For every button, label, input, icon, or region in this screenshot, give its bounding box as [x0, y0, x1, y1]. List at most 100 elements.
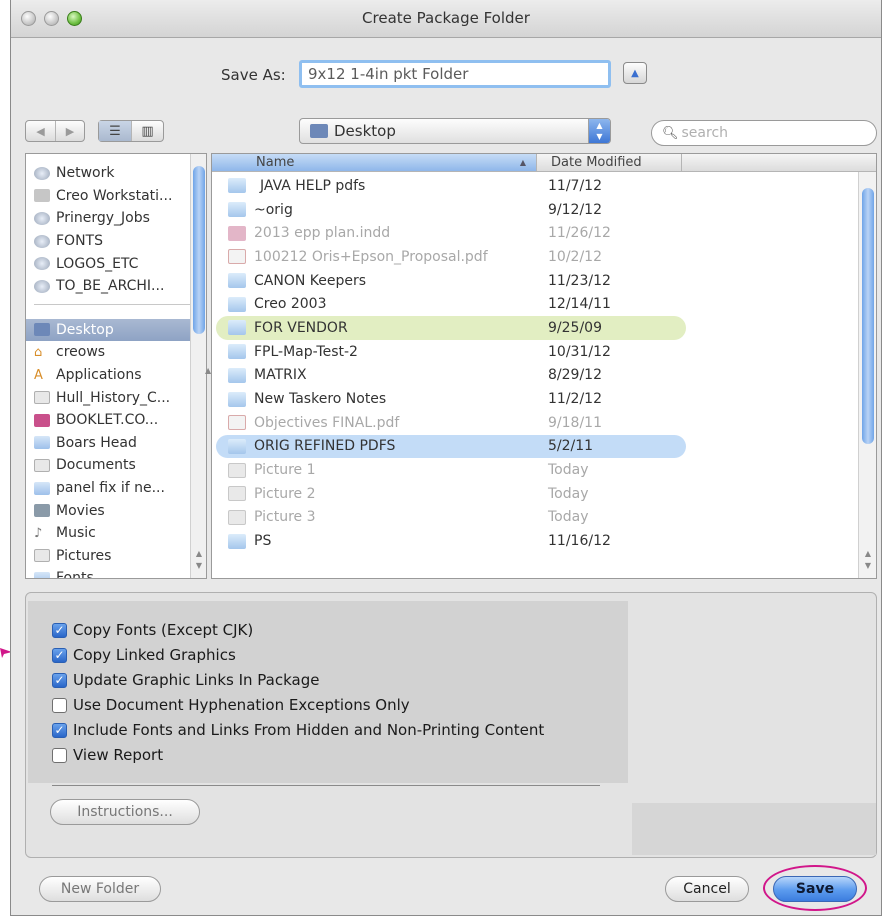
sidebar-item-booklet[interactable]: BOOKLET.CO...	[26, 409, 206, 432]
sidebar-item-movies[interactable]: Movies	[26, 499, 206, 522]
back-arrow-icon[interactable]: ◀	[26, 121, 55, 141]
network-share-icon	[34, 279, 50, 293]
folder-icon	[228, 438, 246, 454]
checkbox-unchecked-icon[interactable]	[52, 747, 67, 763]
sidebar-places: Desktop ⌂ creows A Applications Hull_Histo…	[26, 311, 206, 578]
scroll-arrows-icon[interactable]: ▲ ▼	[862, 548, 874, 572]
option-update-graphic-links[interactable]: ✓ Update Graphic Links In Package	[52, 671, 319, 689]
file-row[interactable]: MATRIX 8/29/12	[216, 364, 686, 388]
checkbox-checked-icon[interactable]: ✓	[52, 722, 67, 738]
folder-icon	[228, 367, 246, 383]
scroll-arrows-icon[interactable]: ▲ ▼	[193, 548, 205, 572]
location-popup[interactable]: Desktop ▲ ▼	[299, 118, 611, 144]
file-row[interactable]: FPL-Map-Test-2 10/31/12	[216, 340, 686, 364]
list-view-icon[interactable]: ☰	[99, 121, 131, 141]
sidebar: Network Creo Workstati... Prinergy_Jobs …	[25, 153, 207, 579]
sidebar-item-logos-etc[interactable]: LOGOS_ETC	[26, 252, 206, 275]
folder-icon	[228, 391, 246, 407]
sidebar-item-creo-workstation[interactable]: Creo Workstati...	[26, 185, 206, 208]
sidebar-item-boars-head[interactable]: Boars Head	[26, 432, 206, 455]
network-icon	[34, 166, 50, 180]
name-column-header[interactable]: Name ▲	[212, 154, 536, 171]
option-view-report[interactable]: View Report	[52, 746, 163, 764]
package-options-panel: ✓ Copy Fonts (Except CJK) ✓ Copy Linked Gr…	[28, 601, 628, 786]
desktop-icon	[310, 124, 328, 138]
sidebar-item-fonts[interactable]: Fonts	[26, 567, 206, 578]
file-row[interactable]: JAVA HELP pdfs 11/7/12	[216, 174, 686, 198]
file-row[interactable]: ~orig 9/12/12	[216, 198, 686, 222]
indesign-file-icon	[228, 225, 246, 241]
file-row[interactable]: CANON Keepers 11/23/12	[216, 269, 686, 293]
pdf-file-icon	[228, 249, 246, 265]
file-row: 2013 epp plan.indd 11/26/12	[216, 221, 686, 245]
options-divider	[52, 785, 600, 786]
magnifier-icon: 🔍︎	[662, 125, 679, 141]
sidebar-item-desktop[interactable]: Desktop	[26, 318, 206, 342]
applications-icon: A	[34, 367, 43, 383]
search-field[interactable]: 🔍︎ search	[651, 120, 877, 146]
file-row: Picture 3 Today	[216, 506, 686, 530]
sidebar-scroll-thumb[interactable]	[193, 166, 205, 334]
movies-icon	[34, 504, 50, 518]
folder-icon	[228, 273, 246, 289]
option-hyphenation-exceptions[interactable]: Use Document Hyphenation Exceptions Only	[52, 696, 410, 714]
folder-icon	[228, 320, 246, 336]
annotation-highlight-ring	[763, 865, 867, 911]
indesign-file-icon	[34, 413, 50, 427]
package-options-area: ✓ Copy Fonts (Except CJK) ✓ Copy Linked Gr…	[25, 592, 877, 858]
checkbox-checked-icon[interactable]: ✓	[52, 672, 67, 688]
option-copy-fonts[interactable]: ✓ Copy Fonts (Except CJK)	[52, 621, 253, 639]
file-row: Picture 2 Today	[216, 482, 686, 506]
documents-icon	[34, 458, 50, 472]
sidebar-scrollbar[interactable]: ▲ ▼	[190, 154, 206, 578]
file-row[interactable]: Creo 2003 12/14/11	[216, 292, 686, 316]
sidebar-item-applications[interactable]: A Applications	[26, 364, 206, 387]
sidebar-item-fonts-share[interactable]: FONTS	[26, 230, 206, 253]
expand-dialog-button[interactable]: ▲	[623, 62, 647, 84]
option-include-hidden-content[interactable]: ✓ Include Fonts and Links From Hidden and…	[52, 721, 544, 739]
sidebar-item-to-be-archived[interactable]: TO_BE_ARCHI...	[26, 275, 206, 298]
sidebar-divider	[34, 303, 198, 305]
popup-arrows-icon: ▲ ▼	[588, 119, 610, 143]
sidebar-item-pictures[interactable]: Pictures	[26, 545, 206, 568]
cancel-button[interactable]: Cancel	[665, 876, 749, 902]
sidebar-item-hull-history[interactable]: Hull_History_C...	[26, 386, 206, 409]
sidebar-item-panel-fix[interactable]: panel fix if ne...	[26, 477, 206, 500]
save-as-input[interactable]	[299, 60, 611, 88]
checkbox-checked-icon[interactable]: ✓	[52, 622, 67, 638]
save-dialog: Create Package Folder Save As: ▲ ◀ ▶ ☰ ▥…	[10, 0, 882, 916]
sidebar-item-music[interactable]: ♪ Music	[26, 522, 206, 545]
checkbox-unchecked-icon[interactable]	[52, 697, 67, 713]
instructions-button[interactable]: Instructions...	[50, 799, 200, 825]
network-share-icon	[34, 211, 50, 225]
location-label: Desktop	[334, 122, 396, 140]
folder-icon	[34, 436, 50, 450]
file-list-scroll-thumb[interactable]	[862, 188, 874, 444]
search-placeholder: search	[681, 125, 729, 141]
date-column-header[interactable]: Date Modified	[536, 154, 682, 171]
sidebar-item-documents[interactable]: Documents	[26, 454, 206, 477]
file-row[interactable]: New Taskero Notes 11/2/12	[216, 387, 686, 411]
new-folder-button[interactable]: New Folder	[39, 876, 161, 902]
folder-icon	[34, 571, 50, 578]
sidebar-item-creows[interactable]: ⌂ creows	[26, 341, 206, 364]
file-row[interactable]: ORIG REFINED PDFS 5/2/11	[216, 434, 686, 459]
file-row: 100212 Oris+Epson_Proposal.pdf 10/2/12	[216, 245, 686, 269]
computer-icon	[34, 189, 50, 203]
network-share-icon	[34, 257, 50, 271]
forward-arrow-icon[interactable]: ▶	[55, 121, 84, 141]
sidebar-item-network[interactable]: Network	[26, 162, 206, 185]
checkbox-checked-icon[interactable]: ✓	[52, 647, 67, 663]
file-row[interactable]: PS 11/16/12	[216, 529, 686, 553]
file-list-scrollbar[interactable]: ▲ ▼	[858, 172, 876, 578]
pictures-icon	[34, 549, 50, 563]
folder-icon	[228, 178, 246, 194]
document-icon	[34, 391, 50, 405]
folder-icon	[228, 202, 246, 218]
options-shade-box	[632, 803, 876, 855]
column-view-icon[interactable]: ▥	[130, 121, 163, 141]
file-row: Objectives FINAL.pdf 9/18/11	[216, 411, 686, 435]
sidebar-item-prinergy-jobs[interactable]: Prinergy_Jobs	[26, 207, 206, 230]
option-copy-linked-graphics[interactable]: ✓ Copy Linked Graphics	[52, 646, 236, 664]
file-row[interactable]: FOR VENDOR 9/25/09	[216, 316, 686, 340]
